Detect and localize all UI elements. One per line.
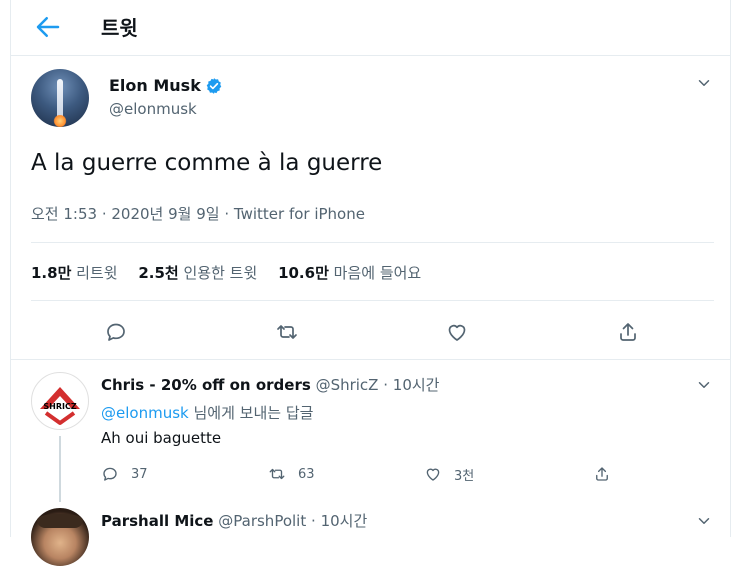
like-label: 마음에 들어요 bbox=[333, 264, 422, 282]
reply-count: 37 bbox=[131, 466, 148, 482]
heart-icon[interactable] bbox=[445, 320, 469, 344]
rocket-flame bbox=[53, 115, 67, 127]
reply-author-handle[interactable]: @ShricZ bbox=[316, 376, 379, 394]
share-icon[interactable] bbox=[616, 320, 640, 344]
avatar-logo-text: SHRICZ bbox=[43, 402, 76, 411]
page-title: 트윗 bbox=[101, 16, 138, 40]
avatar[interactable] bbox=[31, 69, 89, 127]
reply-text: Ah oui baguette bbox=[101, 429, 222, 447]
tweet-timestamp[interactable]: 오전 1:53 · 2020년 9월 9일 bbox=[31, 205, 220, 223]
divider bbox=[31, 242, 714, 243]
replying-to: @elonmusk 님에게 보내는 답글 bbox=[101, 402, 313, 423]
rocket-image bbox=[57, 79, 63, 119]
reply-header: Parshall Mice @ParshPolit · 10시간 bbox=[101, 510, 367, 531]
author-handle[interactable]: @elonmusk bbox=[109, 100, 197, 118]
chevron-down-icon[interactable] bbox=[695, 512, 713, 530]
retweet-button[interactable]: 63 bbox=[268, 464, 315, 484]
reply-icon[interactable] bbox=[104, 320, 128, 344]
share-button[interactable] bbox=[593, 464, 623, 484]
avatar[interactable]: SHRICZ bbox=[31, 372, 89, 430]
meta-separator: · bbox=[224, 205, 230, 223]
reply-header: Chris - 20% off on orders @ShricZ · 10시간 bbox=[101, 374, 439, 395]
tweet-stats: 1.8만 리트윗 2.5천 인용한 트윗 10.6만 마음에 들어요 bbox=[31, 262, 437, 283]
divider bbox=[31, 300, 714, 301]
retweet-icon[interactable] bbox=[275, 320, 299, 344]
verified-badge-icon bbox=[206, 78, 222, 94]
divider bbox=[11, 359, 730, 360]
share-icon bbox=[596, 467, 608, 481]
retweet-count: 63 bbox=[298, 466, 315, 482]
tweet-detail-panel: 트윗 Elon Musk @elonmusk A la guerre comme… bbox=[10, 0, 731, 566]
reply-time[interactable]: 10시간 bbox=[321, 512, 368, 530]
mention-link[interactable]: @elonmusk bbox=[101, 404, 189, 422]
avatar-hat bbox=[37, 514, 83, 528]
quote-count: 2.5천 bbox=[138, 264, 179, 282]
time-separator: · bbox=[383, 376, 389, 394]
tweet-source[interactable]: Twitter for iPhone bbox=[234, 205, 365, 223]
avatar[interactable] bbox=[31, 508, 89, 566]
heart-icon bbox=[426, 468, 440, 481]
like-button[interactable]: 3천 bbox=[424, 464, 474, 484]
retweet-stat[interactable]: 1.8만 리트윗 bbox=[31, 264, 122, 282]
tweet-meta: 오전 1:53 · 2020년 9월 9일 · Twitter for iPho… bbox=[31, 203, 365, 224]
reply-author-handle[interactable]: @ParshPolit bbox=[218, 512, 306, 530]
reply-author-name[interactable]: Chris - 20% off on orders bbox=[101, 376, 311, 394]
tweet-text: A la guerre comme à la guerre bbox=[31, 150, 383, 176]
arrow-left-icon[interactable] bbox=[33, 12, 63, 42]
reply-author-name[interactable]: Parshall Mice bbox=[101, 512, 213, 530]
time-separator: · bbox=[311, 512, 316, 530]
reply-time[interactable]: 10시간 bbox=[393, 376, 440, 394]
top-bar: 트윗 bbox=[11, 0, 730, 56]
like-count: 3천 bbox=[454, 468, 475, 484]
like-stat[interactable]: 10.6만 마음에 들어요 bbox=[278, 264, 421, 282]
thread-line bbox=[59, 436, 61, 502]
retweet-count: 1.8만 bbox=[31, 264, 72, 282]
replying-to-suffix: 님에게 보내는 답글 bbox=[193, 404, 314, 422]
like-count: 10.6만 bbox=[278, 264, 329, 282]
chevron-down-icon[interactable] bbox=[695, 376, 713, 394]
reply-button[interactable]: 37 bbox=[101, 464, 148, 484]
quote-stat[interactable]: 2.5천 인용한 트윗 bbox=[138, 264, 262, 282]
shricz-logo: SHRICZ bbox=[40, 387, 80, 425]
quote-label: 인용한 트윗 bbox=[183, 264, 258, 282]
chevron-down-icon[interactable] bbox=[695, 74, 713, 92]
reply-icon bbox=[103, 467, 117, 481]
retweet-label: 리트윗 bbox=[76, 264, 118, 282]
author-name[interactable]: Elon Musk bbox=[109, 76, 201, 95]
retweet-icon bbox=[269, 468, 285, 480]
